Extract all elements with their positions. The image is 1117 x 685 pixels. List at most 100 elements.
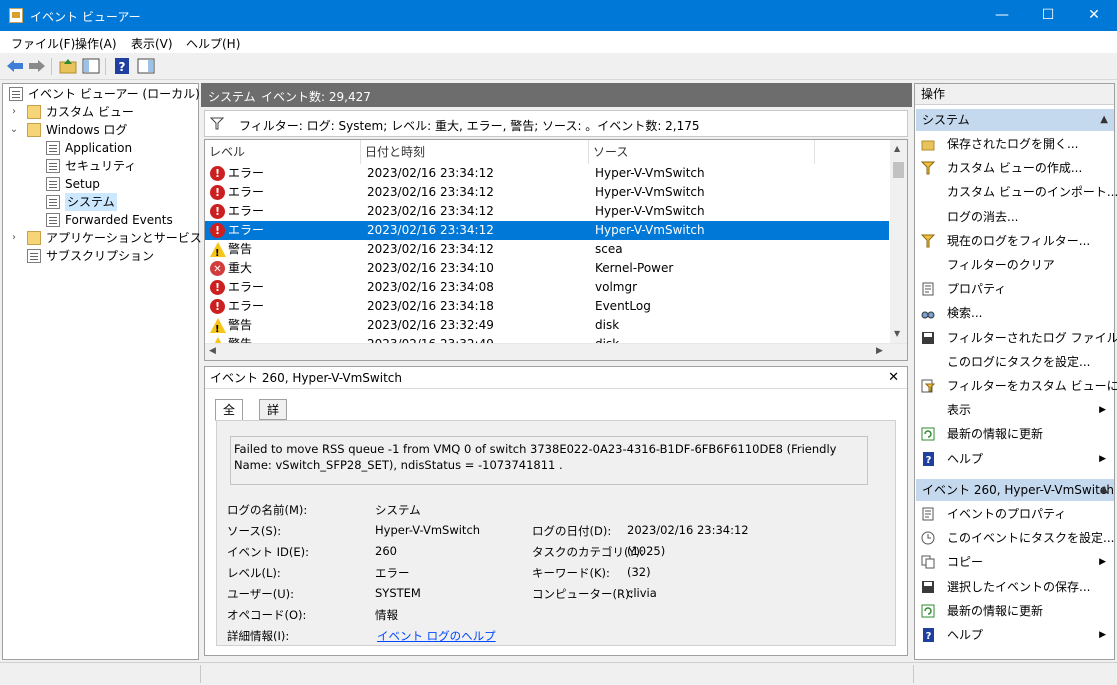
tree-item[interactable]: › カスタム ビュー xyxy=(3,103,198,121)
horizontal-scrollbar[interactable]: ◀ ▶ xyxy=(205,343,907,360)
tree-item[interactable]: ⌄ Windows ログ xyxy=(3,121,198,139)
action-item-label: フィルターのクリア xyxy=(947,258,1055,272)
tree-item[interactable]: システム xyxy=(3,193,198,211)
help-icon[interactable]: ? xyxy=(112,57,132,75)
close-detail-icon[interactable]: ✕ xyxy=(888,370,899,385)
action-item[interactable]: カスタム ビューのインポート... xyxy=(915,180,1117,204)
action-item[interactable]: 最新の情報に更新 xyxy=(915,422,1114,446)
datetime-cell: 2023/02/16 23:34:12 xyxy=(367,223,494,237)
action-item[interactable]: フィルターされたログ ファイルの... xyxy=(915,326,1117,350)
table-row[interactable]: エラー 2023/02/16 23:34:18 EventLog xyxy=(205,297,889,316)
action-item[interactable]: 最新の情報に更新 xyxy=(915,599,1114,623)
table-row[interactable]: エラー 2023/02/16 23:34:12 Hyper-V-VmSwitch xyxy=(205,164,889,183)
column-header-source[interactable]: ソース xyxy=(589,140,815,164)
tree-item[interactable]: セキュリティ xyxy=(3,157,198,175)
action-item[interactable]: プロパティ xyxy=(915,277,1114,301)
action-item-label: カスタム ビューのインポート... xyxy=(947,185,1117,200)
minimize-button[interactable]: — xyxy=(979,0,1025,31)
chevron-right-icon[interactable]: › xyxy=(9,229,19,247)
source-cell: Hyper-V-VmSwitch xyxy=(595,223,705,237)
menu-action[interactable]: 操作(A) xyxy=(75,35,117,52)
menu-help[interactable]: ヘルプ(H) xyxy=(186,35,240,52)
action-item[interactable]: ? ヘルプ ▶ xyxy=(915,623,1114,647)
chevron-down-icon[interactable]: ⌄ xyxy=(9,121,19,139)
chevron-right-icon[interactable]: › xyxy=(9,103,19,121)
action-item-label: 選択したイベントの保存... xyxy=(947,579,1091,594)
scroll-thumb[interactable] xyxy=(893,162,904,178)
toolbar-separator xyxy=(105,58,106,75)
action-item[interactable]: このイベントにタスクを設定... xyxy=(915,526,1114,550)
menu-view[interactable]: 表示(V) xyxy=(131,35,173,52)
scroll-left-icon[interactable]: ◀ xyxy=(209,346,216,356)
column-header-level[interactable]: レベル xyxy=(205,140,361,164)
collapse-icon[interactable]: ▲ xyxy=(1100,479,1108,501)
table-row[interactable]: エラー 2023/02/16 23:34:12 Hyper-V-VmSwitch xyxy=(205,183,889,202)
scroll-up-icon[interactable]: ▲ xyxy=(894,144,900,153)
vertical-scrollbar[interactable]: ▲ ▼ xyxy=(890,140,907,343)
log-header: システム イベント数: 29,427 xyxy=(201,83,912,107)
filter-icon xyxy=(210,117,224,130)
forward-arrow-icon[interactable] xyxy=(27,57,47,75)
tree-item[interactable]: Setup xyxy=(3,175,198,193)
save-icon xyxy=(922,580,934,593)
collapse-icon[interactable]: ▲ xyxy=(1100,109,1108,131)
up-folder-icon[interactable] xyxy=(58,57,78,75)
tab-details[interactable]: 詳細 xyxy=(259,399,288,437)
tree-item-label: カスタム ビュー xyxy=(46,105,134,119)
log-name-value: システム xyxy=(375,503,421,517)
action-item[interactable]: 検索... xyxy=(915,301,1114,325)
source-cell: volmgr xyxy=(595,280,638,294)
status-separator xyxy=(200,665,201,683)
column-header-datetime[interactable]: 日付と時刻 xyxy=(361,140,589,164)
actions-section-header[interactable]: イベント 260, Hyper-V-VmSwitch ▲ xyxy=(916,479,1114,501)
tab-general[interactable]: 全般 xyxy=(215,399,244,437)
tree-item[interactable]: Application xyxy=(3,139,198,157)
event-log-help-link[interactable]: イベント ログのヘルプ xyxy=(377,628,496,644)
action-item[interactable]: フィルターのクリア xyxy=(915,253,1114,277)
table-row[interactable]: 警告 2023/02/16 23:32:49 disk xyxy=(205,316,889,339)
datetime-cell: 2023/02/16 23:34:12 xyxy=(367,242,494,256)
show-hide-tree-icon[interactable] xyxy=(81,57,101,75)
action-item-label: 表示 xyxy=(947,403,972,418)
action-item[interactable]: 選択したイベントの保存... xyxy=(915,575,1114,599)
tree-item[interactable]: Forwarded Events xyxy=(3,211,198,229)
action-item[interactable]: 現在のログをフィルター... xyxy=(915,229,1114,253)
tree-item-label: サブスクリプション xyxy=(46,249,155,263)
back-arrow-icon[interactable] xyxy=(5,57,25,75)
action-item[interactable]: 表示 ▶ xyxy=(915,398,1114,422)
action-item[interactable]: ? ヘルプ ▶ xyxy=(915,447,1114,471)
scroll-down-icon[interactable]: ▼ xyxy=(894,329,900,338)
close-button[interactable]: ✕ xyxy=(1071,0,1117,31)
table-row[interactable]: エラー 2023/02/16 23:34:12 Hyper-V-VmSwitch xyxy=(205,202,889,221)
source-value: Hyper-V-VmSwitch xyxy=(375,523,481,537)
filter-bar: フィルター: ログ: System; レベル: 重大, エラー, 警告; ソース… xyxy=(204,110,908,137)
tree-item[interactable]: サブスクリプション xyxy=(3,247,198,265)
show-hide-action-pane-icon[interactable] xyxy=(136,57,156,75)
scroll-right-icon[interactable]: ▶ xyxy=(876,346,883,356)
action-item[interactable]: 保存されたログを開く... xyxy=(915,132,1114,156)
tree-item-label: Windows ログ xyxy=(46,123,128,137)
menu-file[interactable]: ファイル(F) xyxy=(11,35,75,52)
tree-item[interactable]: イベント ビューアー (ローカル) xyxy=(3,85,200,103)
log-icon xyxy=(46,159,60,173)
table-row[interactable]: 警告 2023/02/16 23:34:12 scea xyxy=(205,240,889,263)
table-row[interactable]: 重大 2023/02/16 23:34:10 Kernel-Power xyxy=(205,259,889,279)
filter-icon xyxy=(921,234,935,248)
actions-section-header[interactable]: システム ▲ xyxy=(916,109,1114,131)
table-row[interactable]: エラー 2023/02/16 23:34:08 volmgr xyxy=(205,278,889,297)
submenu-arrow-icon: ▶ xyxy=(1099,557,1106,568)
action-item[interactable]: このログにタスクを設定... xyxy=(915,350,1114,374)
action-item[interactable]: ログの消去... xyxy=(915,205,1114,229)
tree-item[interactable]: › アプリケーションとサービス ログ xyxy=(3,229,230,247)
maximize-button[interactable]: ☐ xyxy=(1025,0,1071,31)
navigation-tree: イベント ビューアー (ローカル) › カスタム ビュー ⌄ Windows ログ App… xyxy=(2,83,230,660)
source-cell: Hyper-V-VmSwitch xyxy=(595,185,705,199)
action-item[interactable]: イベントのプロパティ xyxy=(915,502,1114,526)
action-item[interactable]: フィルターをカスタム ビューに保... xyxy=(915,374,1117,398)
datetime-cell: 2023/02/16 23:34:18 xyxy=(367,299,494,313)
table-row[interactable]: エラー 2023/02/16 23:34:12 Hyper-V-VmSwitch xyxy=(205,221,889,240)
action-item[interactable]: カスタム ビューの作成... xyxy=(915,156,1114,180)
log-name: システム xyxy=(208,90,256,104)
filter-description: フィルター: ログ: System; レベル: 重大, エラー, 警告; ソース… xyxy=(239,119,700,133)
action-item[interactable]: コピー ▶ xyxy=(915,550,1114,574)
